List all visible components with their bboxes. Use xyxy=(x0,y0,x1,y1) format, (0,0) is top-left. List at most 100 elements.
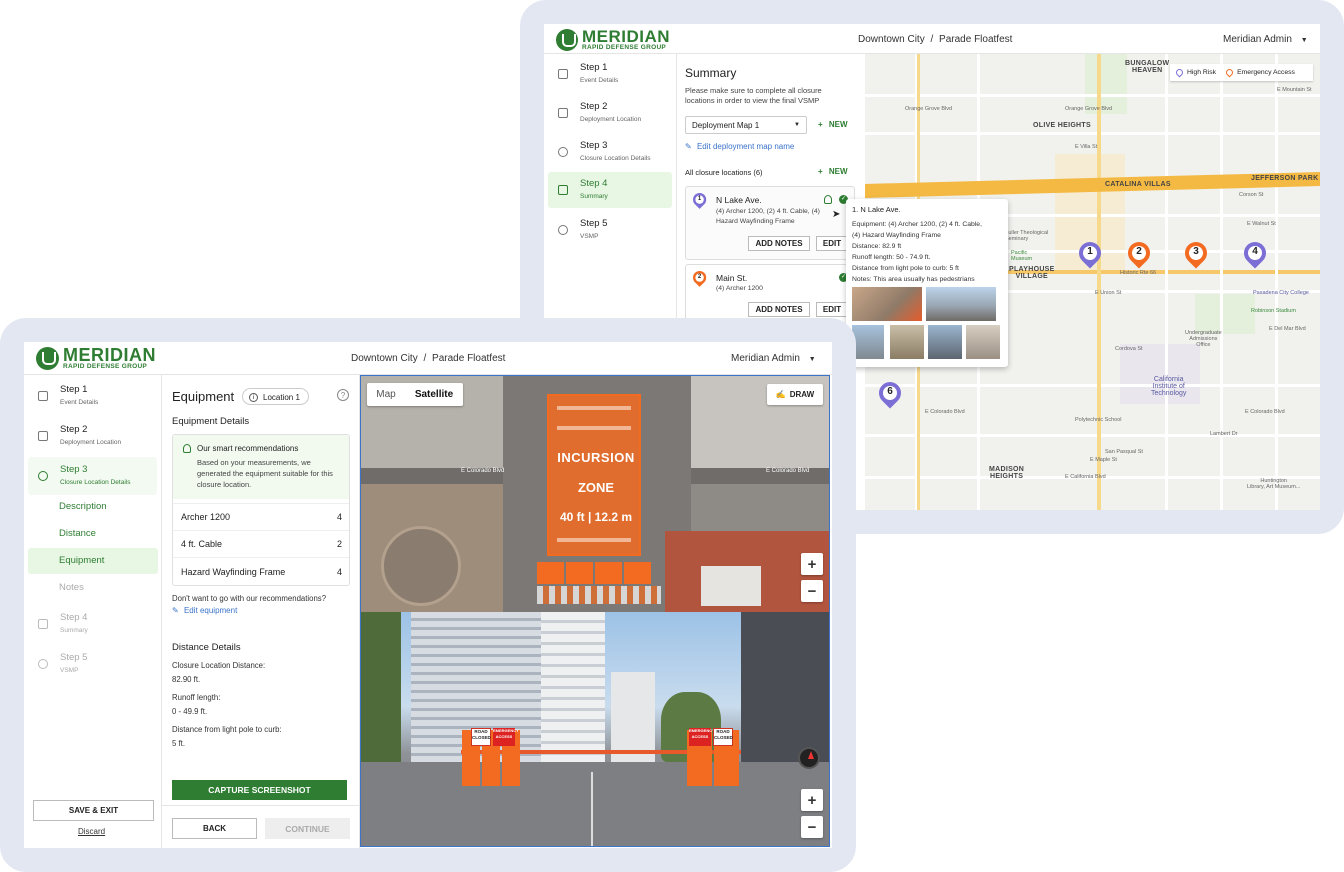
chevron-down-icon: ▼ xyxy=(1300,37,1308,44)
continue-button[interactable]: CONTINUE xyxy=(265,818,350,839)
breadcrumb-city[interactable]: Downtown City xyxy=(351,353,418,364)
add-notes-button[interactable]: ADD NOTES xyxy=(748,302,810,317)
map-label: JEFFERSON PARK xyxy=(1251,175,1319,182)
user-name: Meridian Admin xyxy=(731,353,800,364)
tab-map[interactable]: Map xyxy=(367,383,405,406)
step-sub: Summary xyxy=(60,627,88,634)
tooltip-photo[interactable] xyxy=(926,287,996,321)
summary-title: Summary xyxy=(685,66,737,80)
runoff-value: 0 - 49.9 ft. xyxy=(172,707,208,716)
tooltip-photo[interactable] xyxy=(852,287,922,321)
step-4[interactable]: Step 4 Summary xyxy=(28,605,157,643)
tooltip-title: 1. N Lake Ave. xyxy=(852,205,901,214)
zone-stripe xyxy=(557,426,631,430)
edit-button[interactable]: EDIT xyxy=(816,236,848,251)
location-card-1[interactable]: 1 N Lake Ave. (4) Archer 1200, (2) 4 ft.… xyxy=(685,186,855,260)
breadcrumb-event: Parade Floatfest xyxy=(939,34,1013,45)
edit-button[interactable]: EDIT xyxy=(816,302,848,317)
substep-distance[interactable]: Distance xyxy=(59,528,96,539)
step-sub: Summary xyxy=(580,193,608,200)
step-title: Step 5 xyxy=(60,652,88,663)
map-label: Orange Grove Blvd xyxy=(1065,106,1113,112)
help-icon[interactable]: ? xyxy=(337,389,349,401)
tooltip-photo[interactable] xyxy=(890,325,924,359)
user-menu[interactable]: Meridian Admin ▼ xyxy=(1223,34,1308,45)
substep-description[interactable]: Description xyxy=(59,501,107,512)
step-2[interactable]: Step 2 Deployment Location xyxy=(548,95,672,131)
building xyxy=(611,672,655,762)
step-3[interactable]: Step 3 Closure Location Details xyxy=(28,457,157,495)
zoom-out-button[interactable]: − xyxy=(801,816,823,838)
equipment-window: MERIDIAN RAPID DEFENSE GROUP Downtown Ci… xyxy=(24,342,832,848)
substep-equipment[interactable]: Equipment xyxy=(28,548,158,574)
map-select[interactable]: Deployment Map 1 ▼ xyxy=(685,116,807,134)
user-menu[interactable]: Meridian Admin ▼ xyxy=(731,353,816,364)
compass-icon[interactable] xyxy=(798,747,820,769)
zoom-in-button[interactable]: + xyxy=(801,553,823,575)
tooltip-photo[interactable] xyxy=(928,325,962,359)
discard-link[interactable]: Discard xyxy=(78,827,105,836)
zoom-out-button[interactable]: − xyxy=(801,580,823,602)
map-label: MADISON HEIGHTS xyxy=(989,466,1025,480)
map-label: Historic Rte 66 xyxy=(1120,270,1157,276)
location-pin-icon: 2 xyxy=(690,268,709,288)
park-area xyxy=(1085,54,1127,114)
map-icon xyxy=(558,108,568,118)
zone-measure: 40 ft | 12.2 m xyxy=(559,510,633,524)
street-label: E Colorado Blvd xyxy=(766,468,810,474)
map-pin-2[interactable]: 2 xyxy=(1123,237,1155,270)
location-badge: i Location 1 xyxy=(242,388,309,405)
add-notes-button[interactable]: ADD NOTES xyxy=(748,236,810,251)
step-5[interactable]: Step 5 VSMP xyxy=(548,212,672,248)
satellite-view[interactable]: INCURSION ZONE 40 ft | 12.2 m E Colorado… xyxy=(361,376,829,612)
equipment-map[interactable]: INCURSION ZONE 40 ft | 12.2 m E Colorado… xyxy=(360,375,830,847)
logo-main: MERIDIAN xyxy=(63,345,156,365)
step-5[interactable]: Step 5 VSMP xyxy=(28,645,157,683)
map-pin-6[interactable]: 6 xyxy=(874,377,906,410)
map-type-toggle: Map Satellite xyxy=(367,383,463,406)
tab-satellite[interactable]: Satellite xyxy=(405,383,463,406)
road-surface xyxy=(361,762,829,846)
tooltip-photo[interactable] xyxy=(966,325,1000,359)
edit-map-name-link[interactable]: ✎ Edit deployment map name xyxy=(685,142,794,151)
street-view[interactable]: ROAD CLOSED EMERGENCY ACCESS EMERGENCY A… xyxy=(361,612,829,846)
map-label: Fuller Theological Seminary xyxy=(1005,230,1049,242)
back-button[interactable]: BACK xyxy=(172,818,257,839)
map-label: E California Blvd xyxy=(1065,474,1106,480)
map-label: E Colorado Blvd xyxy=(925,409,965,415)
map-label: Lambert Dr xyxy=(1210,431,1238,437)
tooltip-photo[interactable] xyxy=(852,325,884,359)
new-label: NEW xyxy=(828,167,848,176)
map-pin-4[interactable]: 4 xyxy=(1239,237,1271,270)
save-exit-button[interactable]: SAVE & EXIT xyxy=(33,800,154,821)
step-3[interactable]: Step 3 Closure Location Details xyxy=(548,134,672,170)
cursor-icon: ➤ xyxy=(832,209,841,220)
location-card-2[interactable]: 2 Main St. (4) Archer 1200 ✓ ADD NOTES E… xyxy=(685,264,855,324)
map-pin-3[interactable]: 3 xyxy=(1180,237,1212,270)
step-1[interactable]: Step 1 Event Details xyxy=(28,377,157,415)
map-pin-1[interactable]: 1 xyxy=(1074,237,1106,270)
draw-button[interactable]: ✍ DRAW xyxy=(767,384,823,405)
step-2[interactable]: Step 2 Deployment Location xyxy=(28,417,157,455)
recommendations-header: Our smart recommendations Based on your … xyxy=(173,435,349,499)
equipment-row: Archer 1200 4 xyxy=(173,503,349,530)
road-major xyxy=(1097,54,1101,510)
step-1[interactable]: Step 1 Event Details xyxy=(548,56,672,92)
chevron-down-icon: ▼ xyxy=(808,356,816,363)
map-label: PLAYHOUSE VILLAGE xyxy=(1009,266,1055,280)
step-title: Step 4 xyxy=(580,178,608,189)
zoom-in-button[interactable]: + xyxy=(801,789,823,811)
tooltip-line: Runoff length: 50 - 74.9 ft. xyxy=(852,254,931,261)
substep-notes[interactable]: Notes xyxy=(59,582,84,593)
pole-value: 5 ft. xyxy=(172,739,186,748)
capture-screenshot-button[interactable]: CAPTURE SCREENSHOT xyxy=(172,780,347,800)
equipment-details-heading: Equipment Details xyxy=(172,416,250,427)
new-location-button[interactable]: + NEW xyxy=(818,167,848,176)
list-icon xyxy=(38,619,48,629)
edit-equipment-link[interactable]: ✎ Edit equipment xyxy=(172,606,237,615)
step-4[interactable]: Step 4 Summary xyxy=(548,172,672,208)
location-pin-icon xyxy=(38,471,48,481)
breadcrumb-city[interactable]: Downtown City xyxy=(858,34,925,45)
new-map-button[interactable]: + NEW xyxy=(818,120,848,129)
breadcrumb-sep: / xyxy=(930,34,934,45)
